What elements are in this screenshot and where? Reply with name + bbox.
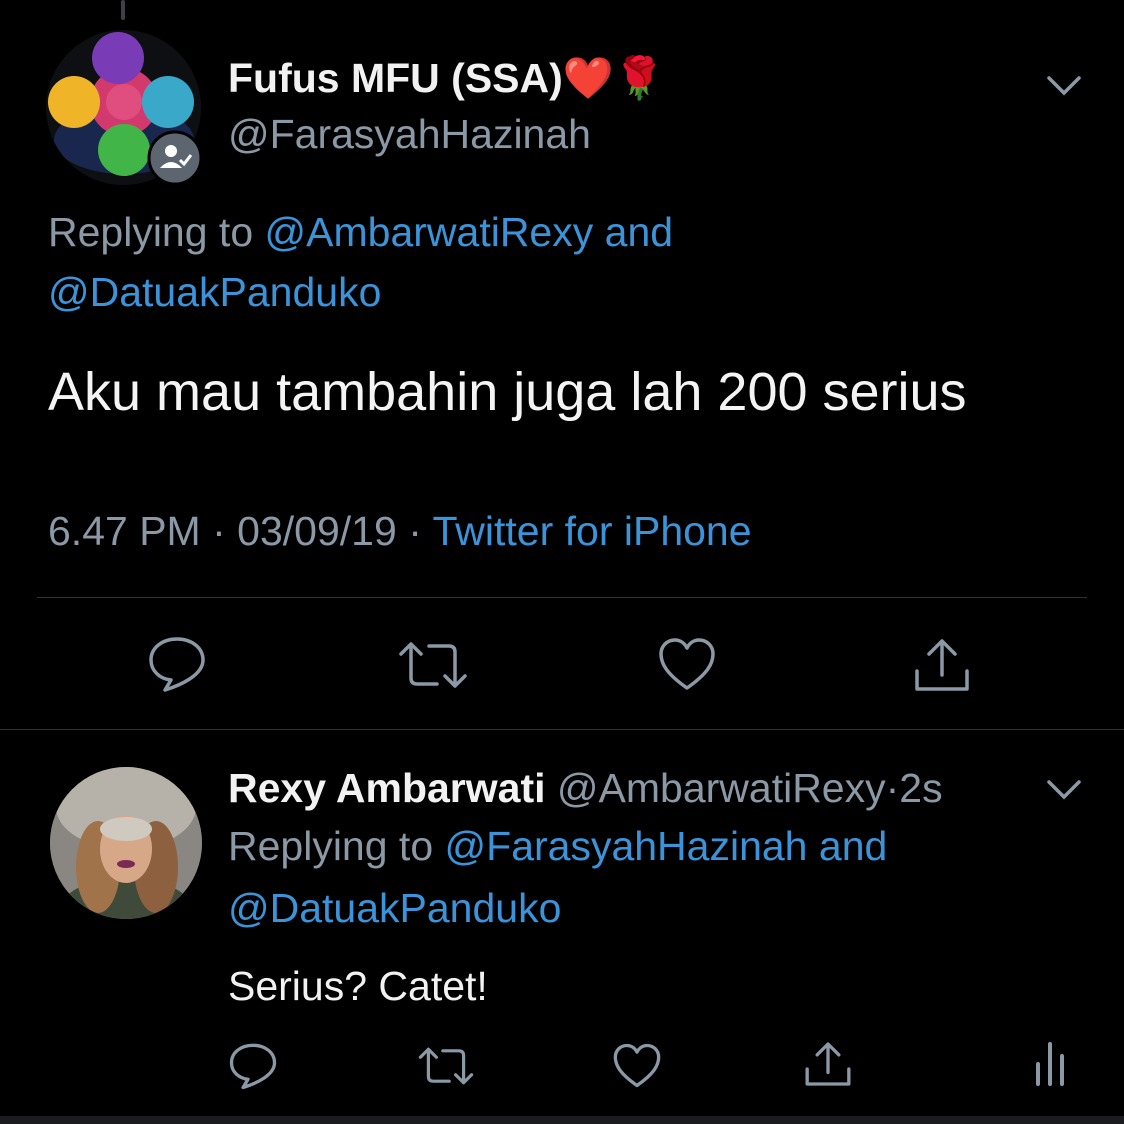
author-handle[interactable]: @AmbarwatiRexy bbox=[557, 765, 886, 811]
mention-link[interactable]: @DatuakPanduko bbox=[48, 269, 381, 315]
separator-dot: · bbox=[408, 508, 422, 554]
replying-and[interactable]: and bbox=[819, 823, 887, 869]
analytics-icon[interactable] bbox=[1034, 1040, 1066, 1086]
heart-icon[interactable] bbox=[657, 636, 717, 692]
bottom-edge bbox=[0, 1116, 1124, 1124]
reply-author-row: Rexy Ambarwati @AmbarwatiRexy·2s bbox=[228, 762, 943, 814]
replying-to: Replying to @FarasyahHazinah and @Datuak… bbox=[228, 815, 887, 939]
tweet-date: 03/09/19 bbox=[237, 508, 397, 554]
avatar-rexy[interactable] bbox=[50, 767, 202, 919]
tweet-time: 6.47 PM bbox=[48, 508, 201, 554]
share-icon[interactable] bbox=[912, 637, 972, 693]
reply-icon[interactable] bbox=[147, 635, 207, 693]
replying-to: Replying to @AmbarwatiRexy and @DatuakPa… bbox=[48, 202, 1048, 322]
mention-link[interactable]: @DatuakPanduko bbox=[228, 885, 561, 931]
display-name[interactable]: Rexy Ambarwati bbox=[228, 765, 546, 811]
heart-icon[interactable] bbox=[612, 1042, 662, 1089]
display-name[interactable]: Fufus MFU (SSA) bbox=[228, 55, 563, 101]
divider bbox=[37, 597, 1087, 598]
chevron-down-icon[interactable] bbox=[1046, 778, 1082, 802]
rose-emoji: 🌹 bbox=[613, 55, 665, 101]
tweet-text: Aku mau tambahin juga lah 200 serius bbox=[48, 362, 967, 422]
reply-icon[interactable] bbox=[228, 1042, 278, 1090]
user-check-icon bbox=[147, 130, 203, 186]
heart-emoji: ❤️ bbox=[562, 55, 614, 101]
divider bbox=[0, 729, 1124, 730]
replying-and[interactable]: and bbox=[605, 209, 673, 255]
replying-prefix: Replying to bbox=[228, 823, 434, 869]
share-icon[interactable] bbox=[803, 1040, 853, 1088]
mention-link[interactable]: @FarasyahHazinah bbox=[445, 823, 808, 869]
replying-prefix: Replying to bbox=[48, 209, 254, 255]
separator-dot: · bbox=[212, 508, 226, 554]
tweet-time-ago: 2s bbox=[899, 765, 943, 811]
author-handle[interactable]: @FarasyahHazinah bbox=[228, 110, 591, 158]
chevron-down-icon[interactable] bbox=[1046, 74, 1082, 98]
tweet-source-link[interactable]: Twitter for iPhone bbox=[433, 508, 752, 554]
author-name-row: Fufus MFU (SSA)❤️🌹 bbox=[228, 52, 665, 104]
tweet-text: Serius? Catet! bbox=[228, 963, 488, 1009]
retweet-icon[interactable] bbox=[417, 1046, 475, 1086]
separator-dot: · bbox=[885, 765, 900, 811]
tweet-metadata: 6.47 PM · 03/09/19 · Twitter for iPhone bbox=[48, 504, 752, 558]
retweet-icon[interactable] bbox=[397, 640, 469, 690]
thread-connector-line bbox=[121, 0, 125, 20]
avatar-image bbox=[50, 767, 202, 919]
mention-link[interactable]: @AmbarwatiRexy bbox=[265, 209, 594, 255]
